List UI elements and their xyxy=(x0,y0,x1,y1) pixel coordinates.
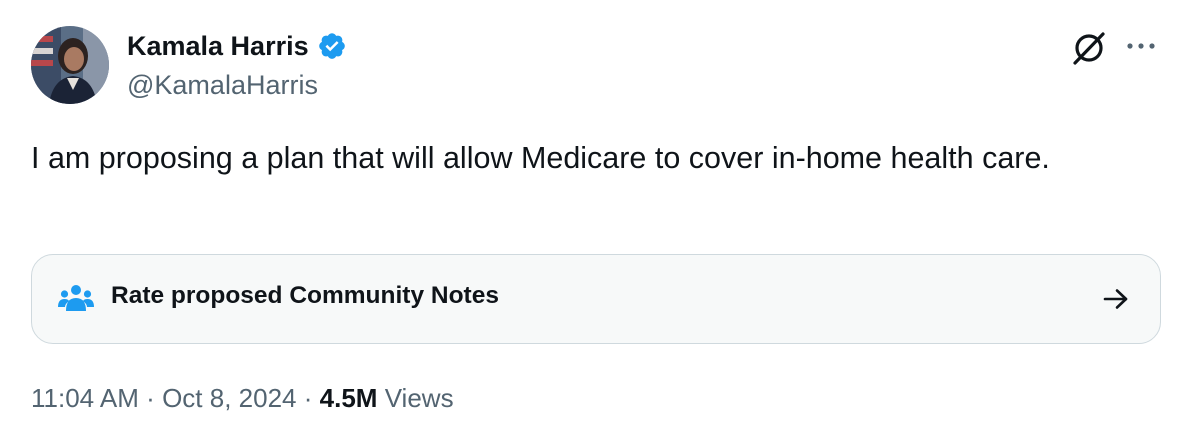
tweet-text: I am proposing a plan that will allow Me… xyxy=(31,141,1050,175)
people-icon xyxy=(58,283,94,313)
more-horizontal-icon[interactable] xyxy=(1120,30,1162,64)
author-name-row: Kamala Harris xyxy=(127,28,347,64)
avatar-image xyxy=(31,26,109,104)
community-notes-label: Rate proposed Community Notes xyxy=(111,282,499,309)
display-name[interactable]: Kamala Harris xyxy=(127,31,309,62)
author-handle[interactable]: @KamalaHarris xyxy=(127,70,318,101)
arrow-right-icon xyxy=(1102,287,1130,311)
meta-separator: · xyxy=(146,383,155,413)
tweet-card: Kamala Harris @KamalaHarris I am proposi… xyxy=(0,0,1186,444)
rate-community-notes-button[interactable]: Rate proposed Community Notes xyxy=(31,254,1161,344)
grok-icon[interactable] xyxy=(1070,29,1108,67)
tweet-time[interactable]: 11:04 AM xyxy=(31,383,139,413)
views-count: 4.5M xyxy=(319,383,378,413)
tweet-date[interactable]: Oct 8, 2024 xyxy=(162,383,296,413)
views-label: Views xyxy=(384,383,454,413)
meta-separator: · xyxy=(303,383,313,413)
tweet-meta: 11:04 AM · Oct 8, 2024 · 4.5M Views xyxy=(31,383,454,414)
avatar[interactable] xyxy=(31,26,109,104)
verified-badge-icon xyxy=(317,31,347,61)
